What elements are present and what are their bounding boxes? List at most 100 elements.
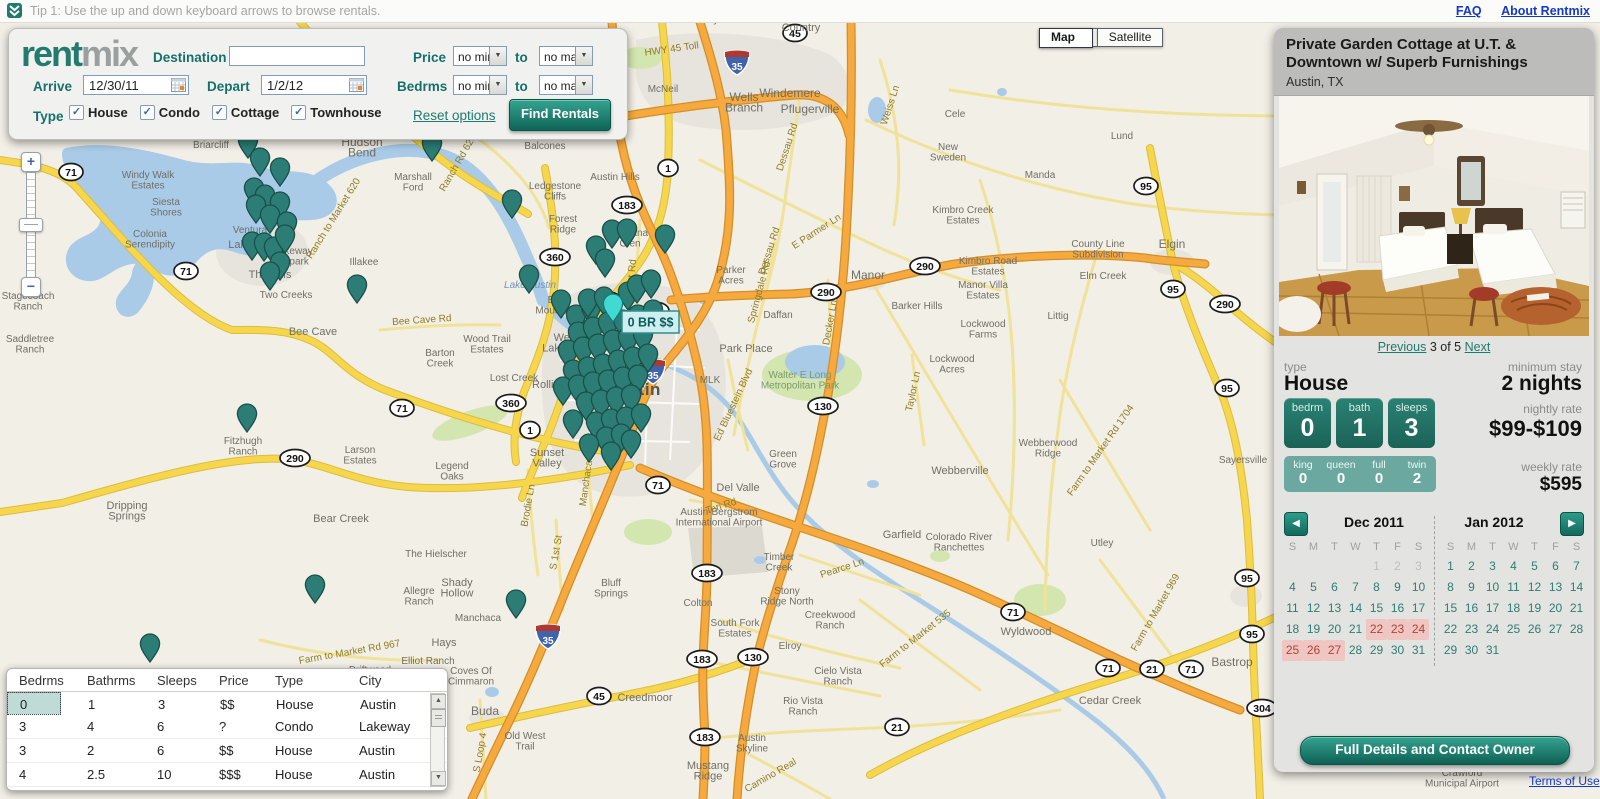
destination-input[interactable]	[229, 46, 365, 66]
highway-shield: 95	[1161, 281, 1185, 298]
arrive-date-field[interactable]: 12/30/11	[83, 75, 189, 95]
calendar-day[interactable]: 3	[1408, 556, 1429, 577]
zoom-out-button[interactable]: −	[21, 277, 41, 297]
zoom-slider-thumb[interactable]	[19, 218, 43, 232]
table-scrollbar[interactable]: ▲ ▼	[430, 693, 445, 787]
about-link[interactable]: About Rentmix	[1501, 4, 1590, 18]
calendar-day[interactable]: 5	[1524, 556, 1545, 577]
full-details-button[interactable]: Full Details and Contact Owner	[1300, 736, 1570, 765]
next-link[interactable]: Next	[1465, 340, 1491, 354]
scroll-up-button[interactable]: ▲	[431, 694, 446, 709]
calendar-day[interactable]: 13	[1324, 598, 1345, 619]
zoom-in-button[interactable]: +	[21, 152, 41, 172]
calendar-day[interactable]: 2	[1387, 556, 1408, 577]
calendar-icon[interactable]	[349, 78, 364, 92]
double-chevron-down-icon[interactable]	[7, 3, 22, 18]
price-min-select[interactable]: no min ▼	[453, 46, 507, 66]
depart-date-field[interactable]: 1/2/12	[261, 75, 367, 95]
calendar-day[interactable]: 14	[1566, 577, 1587, 598]
calendar-day[interactable]: 9	[1461, 577, 1482, 598]
price-max-select[interactable]: no max ▼	[539, 46, 593, 66]
calendar-day[interactable]: 18	[1282, 619, 1303, 640]
calendar-day[interactable]: 12	[1524, 577, 1545, 598]
calendar-day[interactable]: 16	[1461, 598, 1482, 619]
calendar-day[interactable]: 6	[1545, 556, 1566, 577]
calendar-day[interactable]: 7	[1345, 577, 1366, 598]
calendar-day[interactable]: 1	[1440, 556, 1461, 577]
calendar-day[interactable]: 6	[1324, 577, 1345, 598]
type-checkbox-house[interactable]: ✓House	[69, 105, 128, 120]
calendar-day[interactable]: 25	[1282, 640, 1303, 661]
previous-link[interactable]: Previous	[1378, 340, 1427, 354]
calendar-day[interactable]: 29	[1366, 640, 1387, 661]
calendar-day[interactable]: 30	[1461, 640, 1482, 661]
calendar-day[interactable]: 16	[1387, 598, 1408, 619]
calendar-day[interactable]: 23	[1387, 619, 1408, 640]
calendar-day[interactable]: 20	[1324, 619, 1345, 640]
calendar-day[interactable]: 18	[1503, 598, 1524, 619]
calendar-day[interactable]: 10	[1482, 577, 1503, 598]
calendar-day[interactable]: 5	[1303, 577, 1324, 598]
calendar-day[interactable]: 2	[1461, 556, 1482, 577]
type-checkbox-cottage[interactable]: ✓Cottage	[212, 105, 279, 120]
table-row[interactable]: 346?CondoLakeway	[7, 715, 447, 739]
calendar-day[interactable]: 1	[1366, 556, 1387, 577]
map-type-map[interactable]: Map	[1039, 28, 1093, 48]
calendar-day[interactable]: 19	[1303, 619, 1324, 640]
terms-of-use-link[interactable]: Terms of Use	[1529, 774, 1600, 788]
calendar-day[interactable]: 15	[1366, 598, 1387, 619]
calendar-icon[interactable]	[171, 78, 186, 92]
calendar-day[interactable]: 7	[1566, 556, 1587, 577]
calendar-day[interactable]: 31	[1482, 640, 1503, 661]
calendar-day[interactable]: 21	[1566, 598, 1587, 619]
calendar-day[interactable]: 31	[1408, 640, 1429, 661]
table-row[interactable]: 013$$HouseAustin	[7, 692, 61, 715]
calendar-day[interactable]: 9	[1387, 577, 1408, 598]
calendar-day[interactable]: 21	[1345, 619, 1366, 640]
calendar-day[interactable]: 10	[1408, 577, 1429, 598]
calendar-day[interactable]: 3	[1482, 556, 1503, 577]
scroll-down-button[interactable]: ▼	[431, 771, 446, 786]
calendar-day[interactable]: 14	[1345, 598, 1366, 619]
calendar-day[interactable]: 8	[1440, 577, 1461, 598]
calendar-day[interactable]: 8	[1366, 577, 1387, 598]
table-row[interactable]: 42.510$$$HouseAustin	[7, 763, 447, 787]
calendar-day[interactable]: 19	[1524, 598, 1545, 619]
scroll-thumb[interactable]	[431, 709, 446, 727]
type-checkbox-condo[interactable]: ✓Condo	[140, 105, 200, 120]
listing-photo[interactable]	[1279, 96, 1589, 336]
calendar-day[interactable]: 17	[1482, 598, 1503, 619]
calendar-day[interactable]: 26	[1524, 619, 1545, 640]
calendar-day[interactable]: 28	[1345, 640, 1366, 661]
calendar-day[interactable]: 17	[1408, 598, 1429, 619]
map-type-satellite[interactable]: Satellite	[1097, 28, 1164, 47]
faq-link[interactable]: FAQ	[1456, 4, 1482, 18]
calendar-day[interactable]: 23	[1461, 619, 1482, 640]
calendar-day[interactable]: 20	[1545, 598, 1566, 619]
calendar-day[interactable]: 4	[1282, 577, 1303, 598]
calendar-day[interactable]: 29	[1440, 640, 1461, 661]
checkbox-icon: ✓	[291, 105, 306, 120]
calendar-day[interactable]: 24	[1482, 619, 1503, 640]
bedrooms-max-select[interactable]: no max ▼	[539, 75, 593, 95]
calendar-day[interactable]: 11	[1503, 577, 1524, 598]
calendar-day[interactable]: 30	[1387, 640, 1408, 661]
calendar-day[interactable]: 22	[1440, 619, 1461, 640]
calendar-day[interactable]: 24	[1408, 619, 1429, 640]
calendar-day[interactable]: 15	[1440, 598, 1461, 619]
calendar-day[interactable]: 12	[1303, 598, 1324, 619]
type-checkbox-townhouse[interactable]: ✓Townhouse	[291, 105, 381, 120]
calendar-day[interactable]: 22	[1366, 619, 1387, 640]
calendar-day[interactable]: 25	[1503, 619, 1524, 640]
reset-options-link[interactable]: Reset options	[413, 108, 496, 123]
calendar-day[interactable]: 4	[1503, 556, 1524, 577]
calendar-day[interactable]: 13	[1545, 577, 1566, 598]
table-row[interactable]: 326$$HouseAustin	[7, 739, 447, 763]
calendar-day[interactable]: 26	[1303, 640, 1324, 661]
find-rentals-button[interactable]: Find Rentals	[509, 99, 611, 131]
calendar-day[interactable]: 11	[1282, 598, 1303, 619]
calendar-day[interactable]: 28	[1566, 619, 1587, 640]
calendar-day[interactable]: 27	[1324, 640, 1345, 661]
calendar-day[interactable]: 27	[1545, 619, 1566, 640]
bedrooms-min-select[interactable]: no min ▼	[453, 75, 507, 95]
